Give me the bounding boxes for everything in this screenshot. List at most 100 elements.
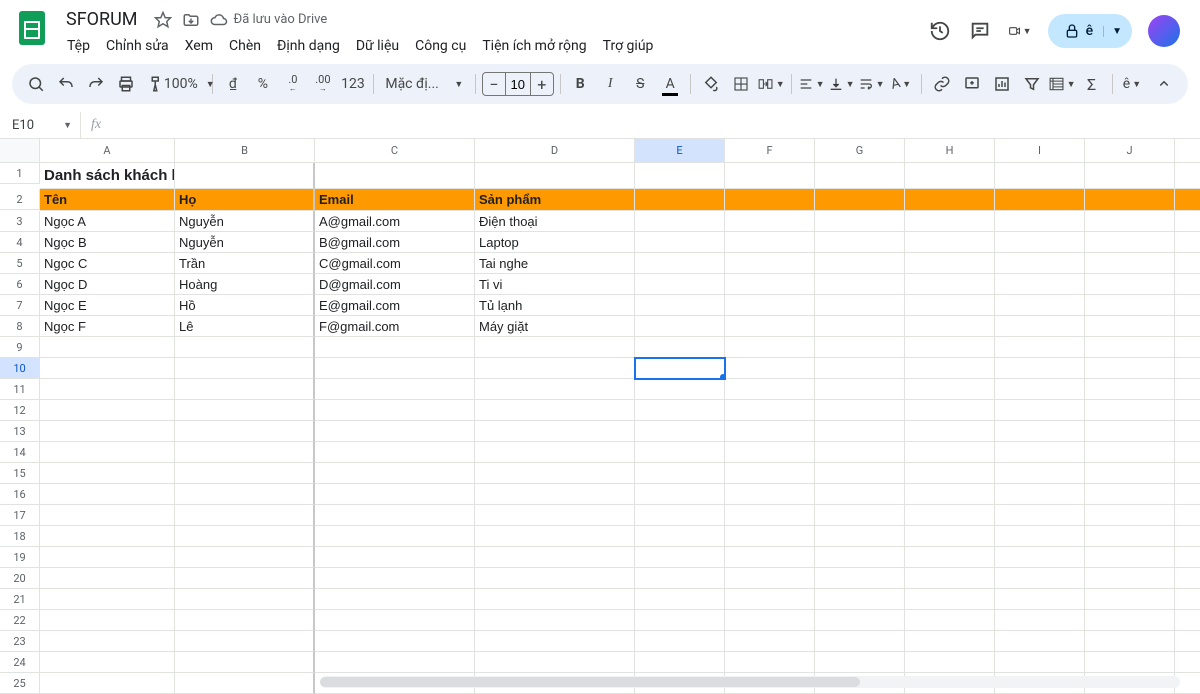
cell[interactable]	[815, 253, 905, 274]
cell[interactable]: Điện thoại	[475, 211, 635, 232]
cell[interactable]	[635, 295, 725, 316]
horizontal-align-button[interactable]: ▼	[797, 69, 825, 99]
cell[interactable]	[1085, 358, 1175, 379]
row-header-5[interactable]: 5	[0, 253, 40, 274]
cell[interactable]	[1085, 337, 1175, 358]
cell[interactable]	[635, 547, 725, 568]
row-header-22[interactable]: 22	[0, 610, 40, 631]
cloud-icon[interactable]: Đã lưu vào Drive	[210, 9, 328, 31]
cell[interactable]	[995, 610, 1085, 631]
text-color-button[interactable]: A	[656, 69, 684, 99]
cell[interactable]	[725, 526, 815, 547]
column-header-B[interactable]: B	[175, 139, 315, 163]
cell[interactable]: Họ	[175, 189, 315, 211]
cell[interactable]: Email	[315, 189, 475, 211]
cell[interactable]	[315, 505, 475, 526]
cell[interactable]	[905, 232, 995, 253]
cell[interactable]	[315, 568, 475, 589]
cell[interactable]	[475, 379, 635, 400]
cell[interactable]	[635, 568, 725, 589]
cell[interactable]	[905, 274, 995, 295]
column-header-G[interactable]: G	[815, 139, 905, 163]
cell[interactable]: Nguyễn	[175, 232, 315, 253]
menu-tiện-ích-mở-rộng[interactable]: Tiện ích mở rộng	[475, 34, 593, 58]
cell[interactable]	[725, 232, 815, 253]
cell[interactable]: Trần	[175, 253, 315, 274]
cell[interactable]	[475, 505, 635, 526]
cell[interactable]	[995, 337, 1085, 358]
cell[interactable]: C@gmail.com	[315, 253, 475, 274]
cell[interactable]	[1175, 163, 1200, 189]
formula-input[interactable]	[111, 112, 1200, 138]
cell[interactable]	[175, 400, 315, 421]
cell[interactable]	[635, 337, 725, 358]
column-header-A[interactable]: A	[40, 139, 175, 163]
cell[interactable]	[815, 337, 905, 358]
menu-định-dạng[interactable]: Định dạng	[270, 34, 347, 58]
cell[interactable]	[815, 631, 905, 652]
cell[interactable]	[475, 547, 635, 568]
cell[interactable]	[635, 316, 725, 337]
cell[interactable]	[905, 610, 995, 631]
cell[interactable]	[1175, 547, 1200, 568]
cell[interactable]	[315, 163, 475, 189]
cell[interactable]	[815, 610, 905, 631]
cell[interactable]	[1085, 526, 1175, 547]
cell[interactable]	[995, 400, 1085, 421]
cell[interactable]	[635, 163, 725, 189]
cell[interactable]	[1175, 589, 1200, 610]
borders-button[interactable]	[727, 69, 755, 99]
cell[interactable]	[995, 274, 1085, 295]
cell[interactable]	[1175, 505, 1200, 526]
font-size-decrease[interactable]: −	[483, 75, 505, 94]
cell[interactable]	[995, 442, 1085, 463]
meet-icon[interactable]: ▼	[1008, 19, 1032, 43]
cell[interactable]	[905, 463, 995, 484]
sheets-logo[interactable]	[12, 8, 52, 48]
vertical-align-button[interactable]: ▼	[827, 69, 855, 99]
cell[interactable]	[815, 526, 905, 547]
cell[interactable]	[475, 400, 635, 421]
cell[interactable]	[475, 484, 635, 505]
cell[interactable]	[1085, 421, 1175, 442]
cell[interactable]	[1175, 211, 1200, 232]
cell[interactable]	[175, 337, 315, 358]
cell[interactable]	[1085, 379, 1175, 400]
cell[interactable]	[1175, 232, 1200, 253]
cell[interactable]	[475, 652, 635, 673]
cell[interactable]	[40, 547, 175, 568]
row-header-11[interactable]: 11	[0, 379, 40, 400]
cell[interactable]	[40, 505, 175, 526]
undo-icon[interactable]	[52, 69, 80, 99]
collapse-toolbar-icon[interactable]	[1150, 69, 1178, 99]
row-header-19[interactable]: 19	[0, 547, 40, 568]
row-header-20[interactable]: 20	[0, 568, 40, 589]
cell[interactable]: B@gmail.com	[315, 232, 475, 253]
cell[interactable]	[40, 652, 175, 673]
cell[interactable]	[815, 358, 905, 379]
cell[interactable]	[815, 505, 905, 526]
cell[interactable]	[40, 484, 175, 505]
cell[interactable]	[815, 568, 905, 589]
cell[interactable]	[635, 189, 725, 211]
cell[interactable]	[905, 442, 995, 463]
cell[interactable]	[315, 463, 475, 484]
cell[interactable]	[175, 610, 315, 631]
cell[interactable]	[995, 421, 1085, 442]
cell[interactable]	[725, 274, 815, 295]
print-icon[interactable]	[112, 69, 140, 99]
cell[interactable]: Ngọc C	[40, 253, 175, 274]
cell[interactable]	[635, 358, 725, 379]
menu-trợ-giúp[interactable]: Trợ giúp	[596, 34, 661, 58]
cell[interactable]	[635, 211, 725, 232]
cell[interactable]	[40, 526, 175, 547]
cell[interactable]	[995, 316, 1085, 337]
cell[interactable]: Hồ	[175, 295, 315, 316]
name-box[interactable]: E10▼	[6, 118, 80, 133]
filter-views-button[interactable]: ▼	[1048, 69, 1076, 99]
cell[interactable]	[175, 589, 315, 610]
column-header-D[interactable]: D	[475, 139, 635, 163]
cell[interactable]	[475, 631, 635, 652]
cell[interactable]	[815, 379, 905, 400]
cell[interactable]	[905, 631, 995, 652]
